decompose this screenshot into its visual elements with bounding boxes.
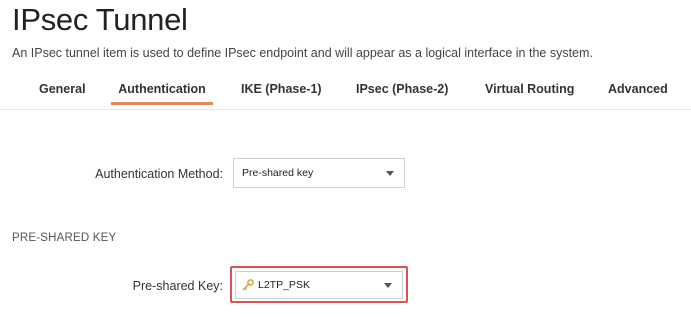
tab-ipsec-phase-2[interactable]: IPsec (Phase-2)	[356, 82, 448, 96]
auth-method-value: Pre-shared key	[242, 167, 314, 179]
tab-ike-phase-1[interactable]: IKE (Phase-1)	[241, 82, 322, 96]
key-icon	[242, 279, 254, 291]
psk-value: L2TP_PSK	[258, 279, 310, 291]
tab-advanced[interactable]: Advanced	[608, 82, 668, 96]
tab-general[interactable]: General	[39, 82, 86, 96]
psk-section-heading: PRE-SHARED KEY	[12, 232, 117, 244]
chevron-down-icon	[384, 283, 392, 288]
psk-label: Pre-shared Key:	[132, 279, 223, 293]
page-description: An IPsec tunnel item is used to define I…	[12, 46, 593, 60]
auth-method-label: Authentication Method:	[95, 167, 223, 181]
psk-select[interactable]: L2TP_PSK	[235, 271, 403, 299]
page-title: IPsec Tunnel	[12, 2, 188, 37]
auth-method-select[interactable]: Pre-shared key	[233, 158, 405, 188]
tab-virtual-routing[interactable]: Virtual Routing	[485, 82, 574, 96]
chevron-down-icon	[386, 171, 394, 176]
tab-authentication[interactable]: Authentication	[111, 82, 213, 105]
tab-divider	[0, 109, 691, 110]
tab-bar: General Authentication IKE (Phase-1) IPs…	[0, 82, 691, 110]
